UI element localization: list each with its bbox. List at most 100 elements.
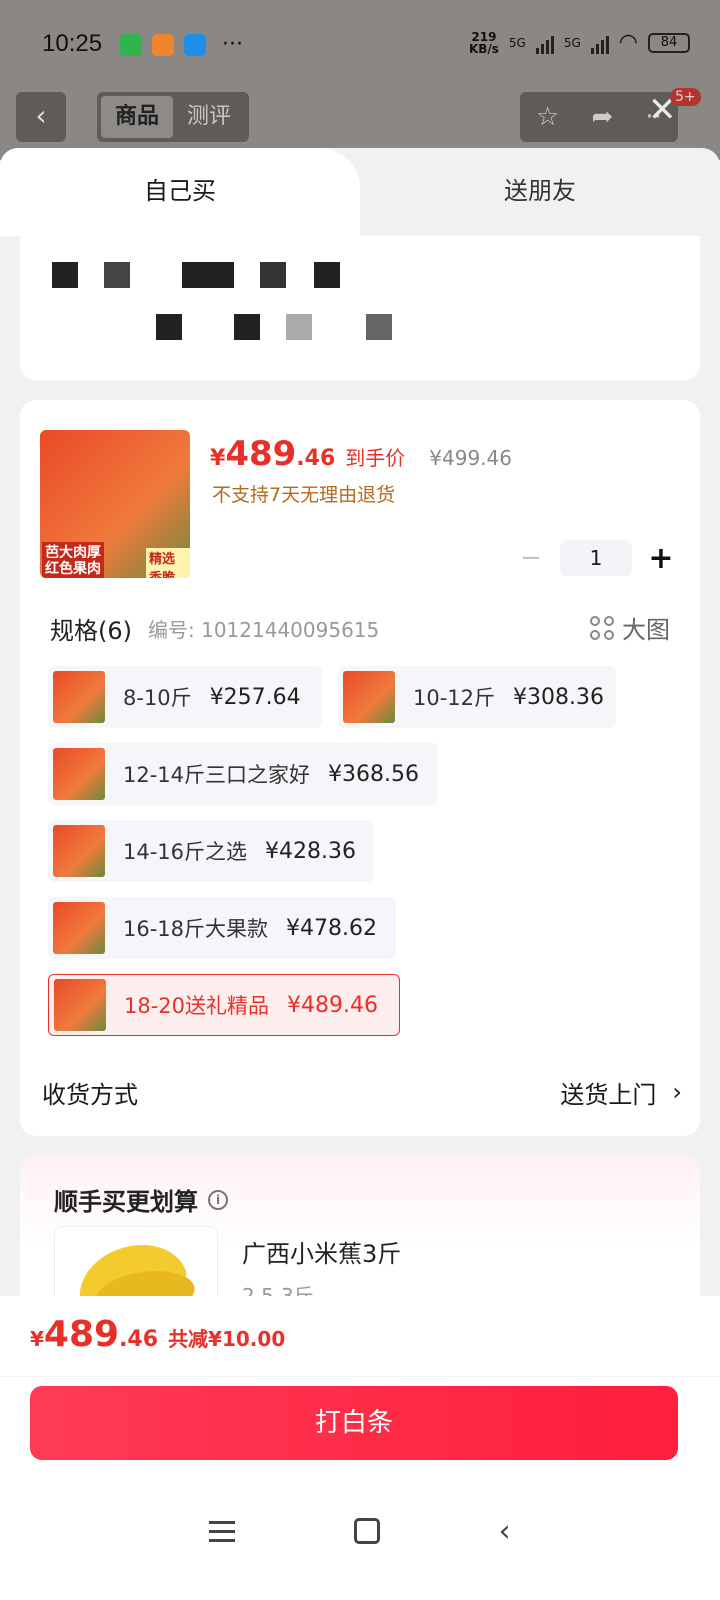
shipping-label: 收货方式 [42, 1080, 138, 1109]
redacted-block [314, 262, 340, 288]
chevron-right-icon: › [672, 1078, 682, 1106]
back-nav-icon[interactable]: ‹ [499, 1514, 511, 1549]
option-price: ¥368.56 [328, 761, 420, 787]
product-image[interactable]: 芭大肉厚 红色果肉 精选香脆甜 [40, 430, 190, 578]
signal-2-icon [590, 32, 609, 54]
bottom-bar: ¥ 489 .46 共减¥10.00 打白条 ‹ [0, 1296, 720, 1600]
option-thumbnail [53, 825, 105, 877]
thumb-label: 精选香脆甜 [146, 548, 190, 578]
option-label: 8-10斤 [123, 686, 192, 710]
redacted-block [286, 314, 312, 340]
net-speed-unit: KB/s [468, 41, 499, 56]
decrease-button[interactable]: − [516, 543, 546, 573]
option-thumbnail [54, 979, 106, 1031]
total-integer: 489 [43, 1314, 120, 1355]
spec-option[interactable]: 8-10斤 ¥257.64 [48, 666, 322, 728]
total-price-row: ¥ 489 .46 共减¥10.00 [30, 1314, 285, 1355]
currency-symbol: ¥ [30, 1327, 44, 1351]
pay-button[interactable]: 打白条 [30, 1386, 678, 1460]
status-indicators: 219 KB/s 5G 5G ◠ 84 [469, 30, 690, 55]
back-button[interactable]: ‹ [16, 92, 66, 142]
app-notification-icon [152, 34, 174, 56]
option-price: ¥478.62 [286, 915, 378, 941]
segment-control: 商品 测评 [97, 92, 249, 142]
signal-1-icon [535, 32, 554, 54]
share-icon[interactable]: ➦ [591, 102, 613, 132]
home-icon[interactable] [353, 1518, 380, 1544]
divider [0, 1376, 720, 1377]
menu-icon[interactable] [209, 1520, 236, 1542]
option-price: ¥257.64 [209, 684, 301, 710]
spec-option[interactable]: 10-12斤 ¥308.36 [338, 666, 616, 728]
spec-option[interactable]: 14-16斤之选 ¥428.36 [48, 820, 374, 882]
tab-send-friend[interactable]: 送朋友 [360, 148, 720, 236]
grid-icon [590, 615, 614, 640]
price-integer: 489 [225, 434, 297, 474]
tab-review[interactable]: 测评 [173, 96, 245, 138]
quantity-stepper: − 1 + [516, 540, 676, 576]
redacted-block [156, 314, 182, 340]
quantity-input[interactable]: 1 [560, 540, 632, 576]
option-price: ¥489.46 [287, 992, 379, 1018]
tab-goods[interactable]: 商品 [101, 96, 173, 138]
buy-mode-tabs: 自己买 送朋友 [0, 148, 720, 236]
option-label: 10-12斤 [413, 686, 496, 710]
message-badge: 5+ [670, 88, 701, 106]
shipping-value: 送货上门 › [560, 1075, 682, 1110]
battery-icon: 84 [648, 32, 690, 53]
addon-title-text: 顺手买更划算 [54, 1188, 198, 1216]
addon-title: 顺手买更划算 i [54, 1182, 228, 1217]
price-decimal: .46 [296, 446, 336, 471]
big-image-label: 大图 [622, 616, 670, 644]
signal-1-label: 5G [508, 35, 526, 50]
redacted-block [260, 262, 286, 288]
net-speed-value: 219 [471, 29, 497, 44]
tab-buy-self[interactable]: 自己买 [0, 148, 360, 236]
spec-header: 规格(6) 编号: 10121440095615 大图 [50, 610, 670, 646]
shipping-value-text: 送货上门 [560, 1080, 657, 1109]
redacted-block [182, 262, 234, 288]
big-image-button[interactable]: 大图 [590, 610, 670, 645]
option-label: 16-18斤大果款 [123, 917, 269, 941]
price-row: ¥489.46 到手价 ¥499.46 [210, 434, 512, 474]
signal-2-label: 5G [563, 35, 581, 50]
product-card: 芭大肉厚 红色果肉 精选香脆甜 ¥489.46 到手价 ¥499.46 不支持7… [20, 400, 700, 1136]
no-return-notice: 不支持7天无理由退货 [212, 484, 396, 506]
wechat-icon [120, 34, 142, 56]
spec-title: 规格(6) [50, 616, 132, 645]
option-label: 12-14斤三口之家好 [123, 763, 311, 787]
option-label: 14-16斤之选 [123, 840, 248, 864]
favorite-star-icon[interactable]: ☆ [536, 102, 559, 132]
increase-button[interactable]: + [646, 541, 676, 576]
total-decimal: .46 [119, 1327, 159, 1352]
final-price: ¥489.46 [210, 434, 335, 474]
system-nav-bar: ‹ [0, 1496, 720, 1566]
thumb-label: 红色果肉 [42, 558, 104, 578]
price-tag: 到手价 [345, 446, 406, 470]
option-label: 18-20送礼精品 [124, 994, 270, 1018]
status-bar: 10:25 ··· 219 KB/s 5G 5G ◠ 84 [0, 0, 720, 90]
option-thumbnail [53, 748, 105, 800]
info-icon[interactable]: i [208, 1189, 228, 1210]
background-page: 10:25 ··· 219 KB/s 5G 5G ◠ 84 ‹ 商品 测评 ☆ [0, 0, 720, 160]
alipay-icon [184, 34, 206, 56]
wifi-icon: ◠ [618, 30, 638, 55]
option-thumbnail [53, 671, 105, 723]
status-time: 10:25 [42, 30, 103, 57]
discount-text: 共减¥10.00 [168, 1327, 286, 1351]
redacted-block [234, 314, 260, 340]
original-price: ¥499.46 [429, 446, 512, 470]
shipping-method-row[interactable]: 收货方式 送货上门 › [42, 1072, 682, 1112]
address-card[interactable] [20, 236, 700, 380]
redacted-block [366, 314, 392, 340]
spec-option-selected[interactable]: 18-20送礼精品 ¥489.46 [48, 974, 400, 1036]
redacted-block [104, 262, 130, 288]
product-code: 编号: 10121440095615 [148, 617, 380, 642]
spec-option[interactable]: 16-18斤大果款 ¥478.62 [48, 897, 396, 959]
addon-product-name[interactable]: 广西小米蕉3斤 [242, 1234, 401, 1269]
more-notifications-icon: ··· [222, 32, 243, 57]
net-speed: 219 KB/s [469, 31, 499, 55]
redacted-block [52, 262, 78, 288]
option-price: ¥308.36 [513, 684, 605, 710]
spec-option[interactable]: 12-14斤三口之家好 ¥368.56 [48, 743, 438, 805]
